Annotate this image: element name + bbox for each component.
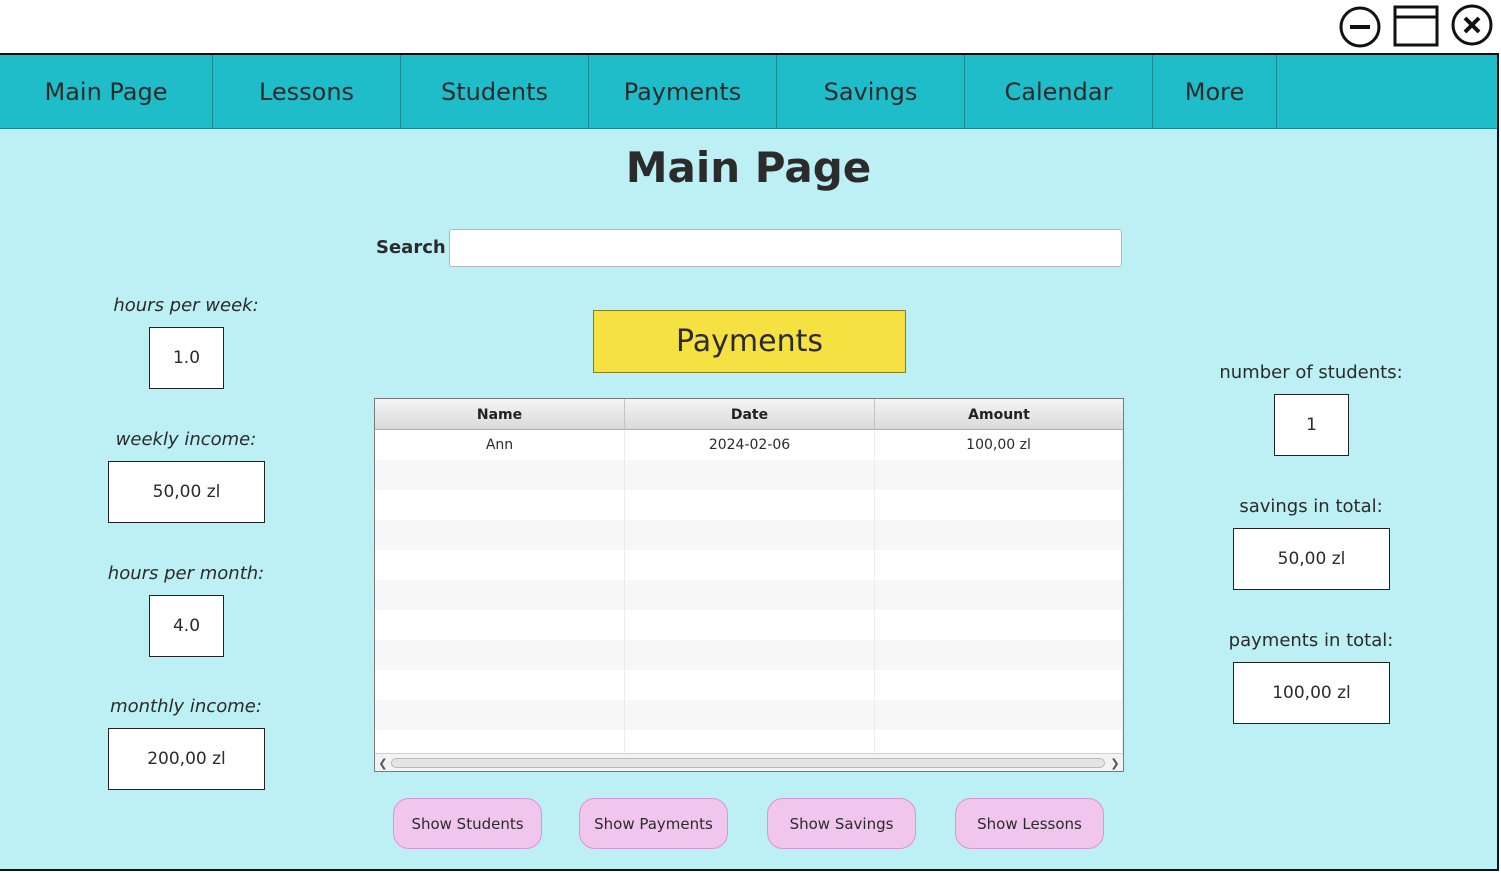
minimize-icon[interactable] (1338, 5, 1382, 49)
table-cell (375, 550, 625, 580)
table-row[interactable] (375, 580, 1123, 610)
nav-tab-main-page[interactable]: Main Page (0, 55, 213, 129)
hours-per-month-value: 4.0 (149, 595, 224, 657)
table-row[interactable] (375, 610, 1123, 640)
table-cell (625, 670, 875, 700)
table-cell (375, 490, 625, 520)
monthly-income-label: monthly income: (110, 696, 262, 717)
payments-section-button[interactable]: Payments (593, 310, 906, 373)
show-students-button[interactable]: Show Students (393, 798, 542, 849)
table-cell (875, 550, 1123, 580)
payments-in-total-value: 100,00 zl (1233, 662, 1390, 724)
table-cell: 2024-02-06 (625, 430, 875, 460)
table-cell (625, 640, 875, 670)
table-cell (875, 640, 1123, 670)
table-cell (625, 490, 875, 520)
scroll-left-icon[interactable]: ❮ (376, 756, 390, 770)
savings-in-total-value: 50,00 zl (1233, 528, 1390, 590)
table-cell (875, 670, 1123, 700)
table-row[interactable] (375, 640, 1123, 670)
nav-tab-savings[interactable]: Savings (777, 55, 965, 129)
nav-tab-more[interactable]: More (1153, 55, 1277, 129)
savings-in-total-label: savings in total: (1239, 496, 1383, 517)
weekly-income-value: 50,00 zl (108, 461, 265, 523)
table-header: Name Date Amount (375, 399, 1123, 430)
table-row[interactable] (375, 670, 1123, 700)
table-row[interactable] (375, 520, 1123, 550)
nav-tab-calendar[interactable]: Calendar (965, 55, 1153, 129)
show-savings-button[interactable]: Show Savings (767, 798, 916, 849)
table-cell (875, 580, 1123, 610)
column-header-amount[interactable]: Amount (875, 399, 1123, 430)
table-cell (375, 700, 625, 730)
table-cell (375, 580, 625, 610)
table-cell (625, 460, 875, 490)
table-cell (375, 460, 625, 490)
nav-tab-lessons[interactable]: Lessons (213, 55, 401, 129)
table-cell (375, 610, 625, 640)
nav-tab-payments[interactable]: Payments (589, 55, 777, 129)
table-cell: Ann (375, 430, 625, 460)
table-cell (625, 520, 875, 550)
table-row[interactable] (375, 460, 1123, 490)
maximize-icon[interactable] (1393, 5, 1439, 47)
column-header-date[interactable]: Date (625, 399, 875, 430)
table-cell (875, 490, 1123, 520)
table-cell (875, 700, 1123, 730)
hours-per-month-label: hours per month: (107, 563, 265, 584)
scroll-right-icon[interactable]: ❯ (1108, 756, 1122, 770)
scrollbar-thumb[interactable] (391, 758, 1105, 768)
nav-tab-students[interactable]: Students (401, 55, 589, 129)
table-cell (375, 670, 625, 700)
table-row[interactable] (375, 490, 1123, 520)
table-cell (875, 610, 1123, 640)
close-icon[interactable] (1450, 3, 1494, 47)
table-cell (875, 460, 1123, 490)
table-row[interactable]: Ann 2024-02-06 100,00 zl (375, 430, 1123, 460)
payments-table[interactable]: Name Date Amount Ann 2024-02-06 100,00 zl … (374, 398, 1124, 772)
top-navigation-bar: Main Page Lessons Students Payments Savi… (0, 55, 1497, 129)
table-cell: 100,00 zl (875, 430, 1123, 460)
show-payments-button[interactable]: Show Payments (579, 798, 728, 849)
number-of-students-label: number of students: (1219, 362, 1403, 383)
table-row[interactable] (375, 700, 1123, 730)
show-lessons-button[interactable]: Show Lessons (955, 798, 1104, 849)
page-title: Main Page (625, 143, 872, 192)
window-title-bar (0, 0, 1501, 54)
table-cell (625, 550, 875, 580)
number-of-students-value: 1 (1274, 394, 1349, 456)
table-cell (375, 640, 625, 670)
table-cell (875, 520, 1123, 550)
table-cell (375, 520, 625, 550)
search-input[interactable] (449, 229, 1122, 267)
horizontal-scrollbar[interactable]: ❮ ❯ (375, 753, 1123, 771)
search-label: Search (376, 237, 446, 258)
table-cell (625, 580, 875, 610)
hours-per-week-value: 1.0 (149, 327, 224, 389)
payments-in-total-label: payments in total: (1228, 630, 1394, 651)
monthly-income-value: 200,00 zl (108, 728, 265, 790)
hours-per-week-label: hours per week: (113, 295, 259, 316)
table-cell (625, 700, 875, 730)
app-window: Main Page Lessons Students Payments Savi… (0, 53, 1499, 871)
table-cell (625, 610, 875, 640)
column-header-name[interactable]: Name (375, 399, 625, 430)
weekly-income-label: weekly income: (115, 429, 257, 450)
table-row[interactable] (375, 550, 1123, 580)
